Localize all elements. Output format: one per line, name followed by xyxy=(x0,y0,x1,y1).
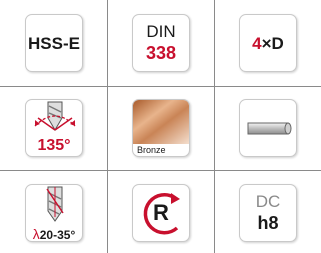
lambda-symbol: λ xyxy=(32,226,40,242)
bronze-label: Bronze xyxy=(137,145,166,155)
length-suffix: ×D xyxy=(261,34,284,53)
helix-angle-text: λ20-35° xyxy=(26,227,82,241)
tile-standard-din-338: DIN 338 xyxy=(132,14,190,72)
tile-material-hss-e: HSS-E xyxy=(25,14,83,72)
point-angle-label: 135° xyxy=(37,137,71,154)
tile-cylindrical-shank xyxy=(239,99,297,157)
grid-divider-horizontal-2 xyxy=(0,170,321,171)
length-multiplier: 4 xyxy=(252,34,262,53)
tile-right-hand-cutting: R xyxy=(132,184,190,242)
tile-helix-angle: λ20-35° xyxy=(25,184,83,242)
tile-tolerance-dc-h8: DC h8 xyxy=(239,184,297,242)
tolerance-label: h8 xyxy=(257,213,279,233)
din-label: DIN xyxy=(146,22,176,41)
tile-material-bronze: Bronze xyxy=(132,99,190,157)
hss-e-label: HSS-E xyxy=(28,34,80,53)
length-label: 4×D xyxy=(240,35,296,52)
grid-divider-horizontal-1 xyxy=(0,86,321,87)
cylindrical-shank-icon xyxy=(247,122,292,135)
grid-divider-vertical-2 xyxy=(214,0,215,253)
tile-drill-length-4xd: 4×D xyxy=(239,14,297,72)
din-number: 338 xyxy=(145,43,177,63)
grid-divider-vertical-1 xyxy=(107,0,108,253)
dc-label: DC xyxy=(255,192,281,211)
tile-point-angle-135: 135° xyxy=(25,99,83,157)
rotation-direction-label: R xyxy=(153,200,169,225)
helix-angle-label: 20-35° xyxy=(39,228,76,242)
